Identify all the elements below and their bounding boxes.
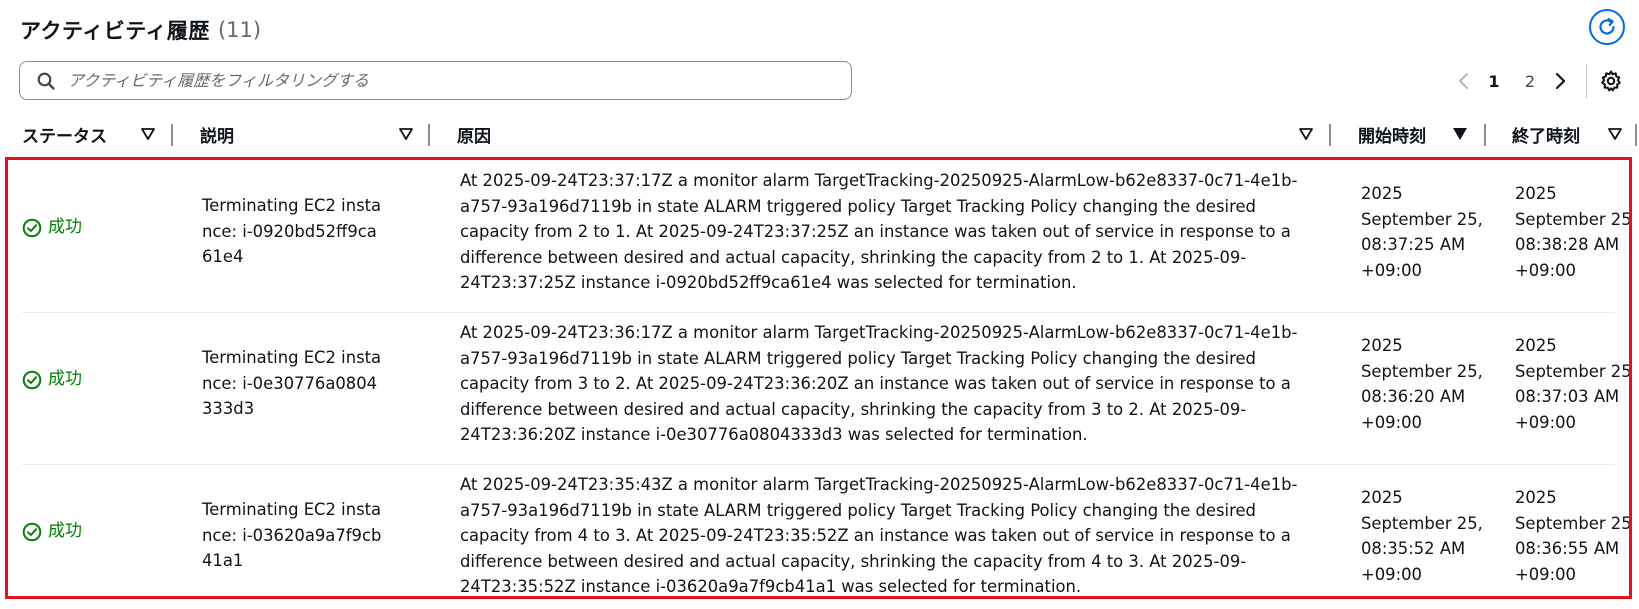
check-circle-icon <box>22 218 42 238</box>
page-2-button[interactable]: 2 <box>1512 72 1548 91</box>
start-time-cell: 2025 September 25, 08:37:25 AM +09:00 <box>1361 184 1483 280</box>
column-label: 開始時刻 <box>1358 126 1426 147</box>
end-time-cell: 2025 September 25, 08:36:55 AM +09:00 <box>1515 488 1632 584</box>
column-label: ステータス <box>22 126 107 147</box>
pagination: 1 2 <box>1452 64 1625 98</box>
check-circle-icon <box>22 370 42 390</box>
status-text: 成功 <box>48 521 82 541</box>
description-cell: Terminating EC2 instance: i-0e30776a0804… <box>202 348 382 418</box>
caret-down-icon[interactable] <box>398 127 414 141</box>
search-box <box>19 61 852 100</box>
column-resizer[interactable] <box>1329 124 1331 146</box>
status-cell: 成功 <box>22 367 82 393</box>
status-cell: 成功 <box>22 215 82 241</box>
page-title: アクティビティ履歴 <box>20 19 210 43</box>
description-cell: Terminating EC2 instance: i-0920bd52ff9c… <box>202 196 382 266</box>
cause-cell: At 2025-09-24T23:37:17Z a monitor alarm … <box>460 171 1298 292</box>
status-text: 成功 <box>48 369 82 389</box>
check-circle-icon <box>22 522 42 542</box>
column-header-cause[interactable]: 原因 <box>457 116 491 152</box>
settings-button[interactable] <box>1597 67 1625 95</box>
chevron-right-icon <box>1555 72 1566 90</box>
refresh-icon <box>1599 18 1615 35</box>
item-count: (11) <box>217 18 262 42</box>
table-body-highlighted: 成功 Terminating EC2 instance: i-0920bd52f… <box>5 157 1632 599</box>
caret-down-icon[interactable] <box>140 127 156 141</box>
column-header-status[interactable]: ステータス <box>22 116 107 152</box>
chevron-left-icon <box>1459 73 1468 89</box>
refresh-button[interactable] <box>1589 9 1625 45</box>
table-row[interactable]: 成功 Terminating EC2 instance: i-0e30776a0… <box>8 312 1629 464</box>
previous-page-button[interactable] <box>1452 69 1476 93</box>
column-header-end-time[interactable]: 終了時刻 <box>1512 116 1580 152</box>
start-time-cell: 2025 September 25, 08:36:20 AM +09:00 <box>1361 336 1483 432</box>
search-icon <box>36 71 56 91</box>
next-page-button[interactable] <box>1548 69 1572 93</box>
column-label: 説明 <box>200 126 234 147</box>
end-time-cell: 2025 September 25, 08:38:28 AM +09:00 <box>1515 184 1632 280</box>
column-resizer[interactable] <box>428 124 430 146</box>
column-label: 終了時刻 <box>1512 126 1580 147</box>
cause-cell: At 2025-09-24T23:36:17Z a monitor alarm … <box>460 323 1298 444</box>
status-text: 成功 <box>48 217 82 237</box>
panel-header: アクティビティ履歴 (11) <box>20 10 261 50</box>
search-input[interactable] <box>66 70 851 91</box>
caret-down-filled-icon[interactable] <box>1452 127 1468 141</box>
table-row[interactable]: 成功 Terminating EC2 instance: i-0920bd52f… <box>8 160 1629 312</box>
column-resizer[interactable] <box>1484 124 1486 146</box>
column-header-start-time[interactable]: 開始時刻 <box>1358 116 1426 152</box>
column-resizer[interactable] <box>171 124 173 146</box>
gear-icon <box>1601 70 1621 92</box>
caret-down-icon[interactable] <box>1607 127 1623 141</box>
column-label: 原因 <box>457 126 491 147</box>
description-cell: Terminating EC2 instance: i-03620a9a7f9c… <box>202 500 382 570</box>
status-cell: 成功 <box>22 519 82 545</box>
column-resizer[interactable] <box>1635 124 1637 146</box>
column-header-description[interactable]: 説明 <box>200 116 234 152</box>
cause-cell: At 2025-09-24T23:35:43Z a monitor alarm … <box>460 475 1298 596</box>
page-1-button[interactable]: 1 <box>1476 72 1512 91</box>
table-header: ステータス 説明 原因 開始時刻 終了時刻 <box>0 116 1639 152</box>
activity-history-panel: アクティビティ履歴 (11) 1 2 <box>0 0 1639 609</box>
caret-down-icon[interactable] <box>1298 127 1314 141</box>
pager-divider <box>1586 64 1587 98</box>
table-row[interactable]: 成功 Terminating EC2 instance: i-03620a9a7… <box>8 464 1632 596</box>
end-time-cell: 2025 September 25, 08:37:03 AM +09:00 <box>1515 336 1632 432</box>
start-time-cell: 2025 September 25, 08:35:52 AM +09:00 <box>1361 488 1483 584</box>
